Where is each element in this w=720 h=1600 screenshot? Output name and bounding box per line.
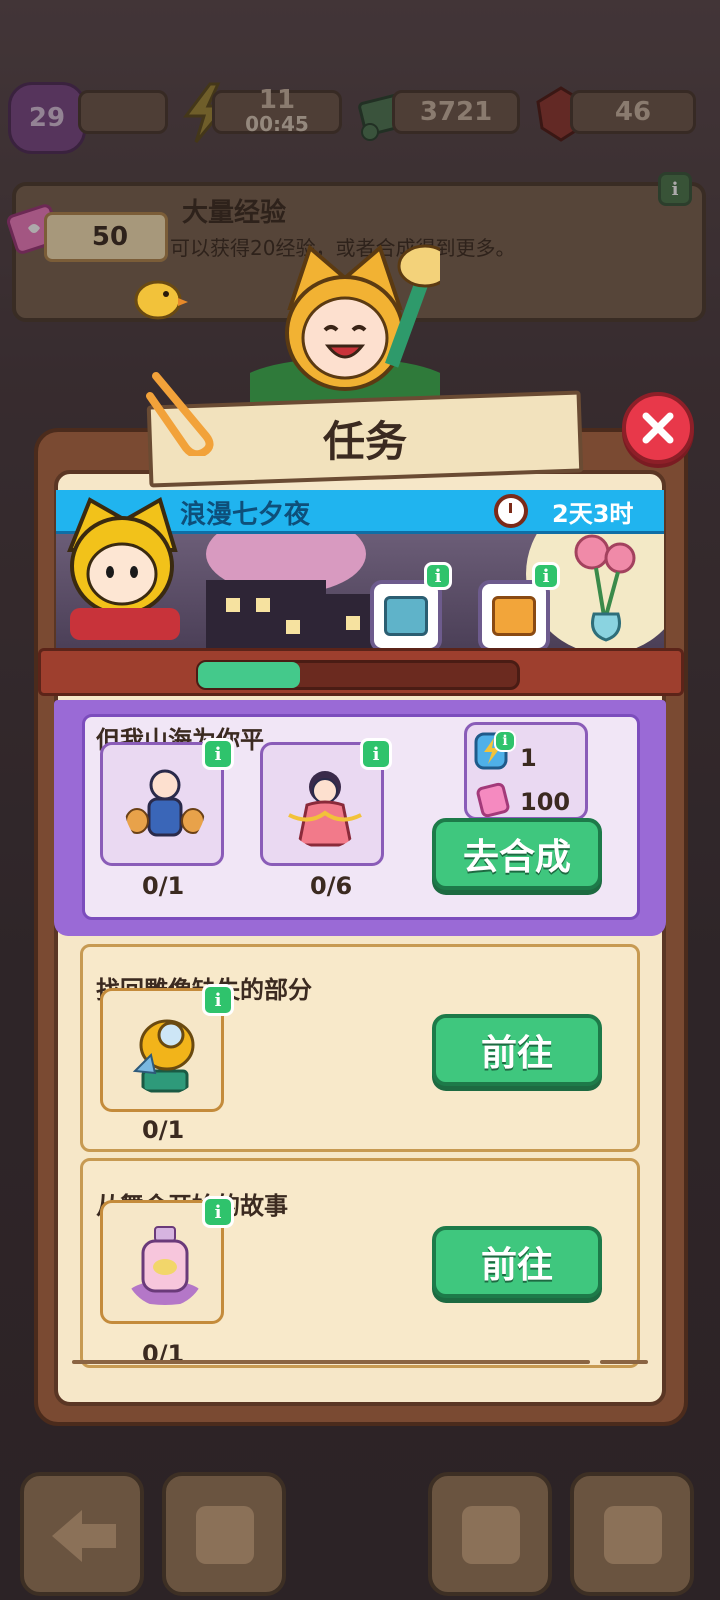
farmer-character-icon (125, 769, 205, 837)
clock-icon (494, 494, 528, 528)
go-merge-label: 去合成 (462, 837, 571, 878)
go-label: 前往 (480, 1033, 553, 1074)
nav-tasks-button[interactable] (570, 1472, 694, 1596)
item-count: 0/6 (310, 872, 353, 900)
pink-ticket-icon (476, 782, 510, 818)
reward-chest-1[interactable] (370, 580, 442, 652)
info-label: i (214, 989, 222, 1011)
basket-icon (462, 1506, 520, 1564)
list-divider (72, 1360, 590, 1364)
close-button[interactable] (622, 392, 694, 464)
nav-back-button[interactable] (20, 1472, 144, 1596)
go-label: 前往 (480, 1245, 553, 1286)
clipboard-star-icon (604, 1506, 662, 1564)
nav-ranking-button[interactable] (162, 1472, 286, 1596)
item-count: 0/1 (142, 872, 185, 900)
go-merge-button[interactable]: 去合成 (432, 818, 602, 890)
hero-character-art (250, 244, 440, 418)
rose-vase-icon (574, 534, 636, 642)
reward-info-icon[interactable]: i (494, 730, 516, 752)
heart-chest-icon (492, 596, 536, 636)
item-count: 0/1 (142, 1340, 185, 1360)
task-2-info-icon[interactable]: i (202, 1196, 234, 1228)
event-hero-art (67, 497, 180, 640)
info-label: i (214, 1201, 222, 1223)
reward-energy-amount: 1 (520, 744, 537, 772)
podium-icon (196, 1506, 254, 1564)
reward-chest-2[interactable] (478, 580, 550, 652)
chest-1-info-icon[interactable]: i (424, 562, 452, 590)
telescope-statue-icon (132, 1019, 195, 1093)
building-art (206, 580, 326, 650)
panel-title: 任务 (322, 417, 407, 466)
bird-icon (134, 280, 188, 320)
list-divider (600, 1360, 648, 1364)
go-button[interactable]: 前往 (432, 1014, 602, 1086)
go-button[interactable]: 前往 (432, 1226, 602, 1298)
item-2-info-icon[interactable]: i (360, 738, 392, 770)
back-arrow-icon (52, 1510, 116, 1562)
info-label: i (372, 743, 380, 765)
reward-ticket-amount: 100 (520, 788, 571, 816)
nav-shop-button[interactable] (428, 1472, 552, 1596)
task-1-info-icon[interactable]: i (202, 984, 234, 1016)
event-time-left: 2天3时 (552, 500, 634, 528)
item-1-info-icon[interactable]: i (202, 738, 234, 770)
info-label: i (502, 733, 508, 749)
event-progress-fill (198, 662, 300, 688)
info-label: i (542, 565, 550, 587)
info-label: i (214, 743, 222, 765)
perfume-bottle-icon (129, 1226, 201, 1305)
chest-icon (384, 596, 428, 636)
fairy-character-icon (288, 771, 362, 847)
close-icon (642, 412, 674, 444)
item-count: 0/1 (142, 1116, 185, 1144)
info-label: i (434, 565, 442, 587)
chest-2-info-icon[interactable]: i (532, 562, 560, 590)
